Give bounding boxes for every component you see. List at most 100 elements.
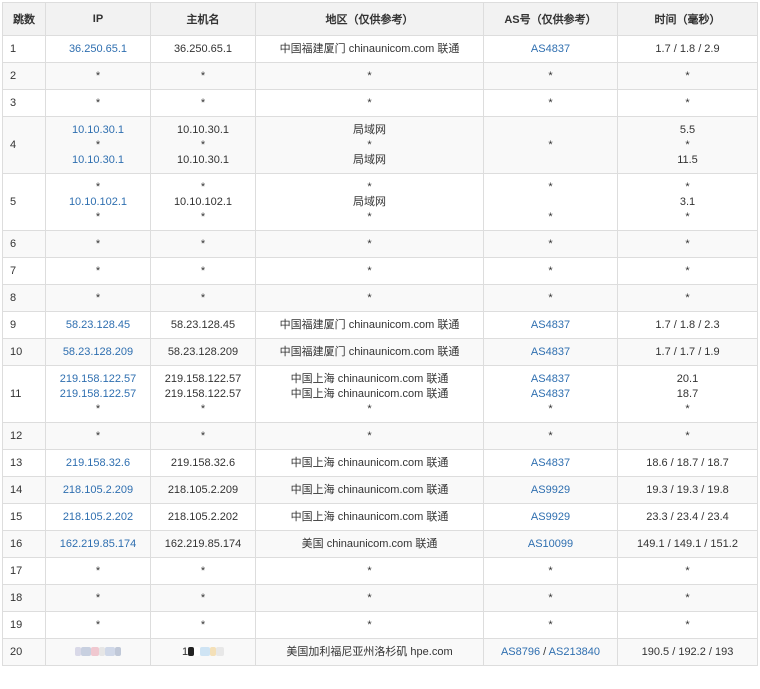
hostname-cell: * [150, 611, 256, 639]
region-value: 中国上海 chinaunicom.com 联通 [290, 510, 449, 523]
hop-cell: 18 [2, 584, 46, 612]
ip-cell: 36.250.65.1 [45, 35, 151, 63]
time-value: * [685, 402, 690, 415]
table-row: 16 162.219.85.174 162.219.85.174 美国 chinaun… [2, 530, 758, 558]
region-value: * [367, 180, 372, 193]
ip-link[interactable]: 219.158.122.57 [48, 387, 148, 402]
ip-cell [45, 638, 151, 666]
ip-link[interactable]: 36.250.65.1 [48, 42, 148, 57]
hostname-cell: 162.219.85.174 [150, 530, 256, 558]
time-value: * [685, 291, 690, 304]
as-link[interactable]: AS4837 [486, 456, 615, 471]
as-link[interactable]: AS10099 [486, 537, 615, 552]
ip-link[interactable]: 10.10.30.1 [48, 123, 148, 138]
ip-link[interactable]: 219.158.122.57 [48, 372, 148, 387]
hostname-value: 10.10.102.1 [173, 195, 233, 208]
time-cell: * [617, 230, 758, 258]
hop-cell: 6 [2, 230, 46, 258]
ip-value: * [95, 138, 101, 151]
hostname-cell: 218.105.2.202 [150, 503, 256, 531]
as-cell: * [483, 422, 618, 450]
ip-link[interactable]: 58.23.128.209 [48, 345, 148, 360]
time-cell: * [617, 257, 758, 285]
as-link[interactable]: AS4837 [486, 345, 615, 360]
table-row: 8 * * * * * [2, 284, 758, 312]
ip-value: * [95, 564, 101, 577]
ip-cell: * [45, 584, 151, 612]
as-cell: * [483, 611, 618, 639]
ip-link[interactable]: 219.158.32.6 [48, 456, 148, 471]
region-value: 中国福建厦门 chinaunicom.com 联通 [279, 318, 460, 331]
hop-cell: 11 [2, 365, 46, 423]
ip-link[interactable]: 58.23.128.45 [48, 318, 148, 333]
time-value: * [685, 237, 690, 250]
ip-link[interactable]: 10.10.30.1 [48, 153, 148, 168]
ip-link[interactable]: 162.219.85.174 [48, 537, 148, 552]
ip-cell: * 10.10.102.1 * [45, 173, 151, 231]
hop-cell: 7 [2, 257, 46, 285]
ip-value: * [95, 180, 101, 193]
time-cell: 23.3 / 23.4 / 23.4 [617, 503, 758, 531]
region-cell: 美国 chinaunicom.com 联通 [255, 530, 484, 558]
as-cell: AS10099 [483, 530, 618, 558]
region-value: * [367, 591, 372, 604]
region-cell: * [255, 257, 484, 285]
region-value: * [367, 96, 372, 109]
hostname-value: 219.158.32.6 [170, 456, 236, 469]
table-row: 11 219.158.122.57 219.158.122.57 * 219.158.1… [2, 365, 758, 423]
as-cell: * [483, 584, 618, 612]
hostname-cell: * [150, 62, 256, 90]
hop-cell: 19 [2, 611, 46, 639]
region-value: * [367, 429, 372, 442]
hop-cell: 5 [2, 173, 46, 231]
hostname-value: 218.105.2.202 [167, 510, 239, 523]
as-link[interactable]: AS8796 [501, 646, 540, 658]
as-link[interactable]: AS9929 [486, 510, 615, 525]
time-value: 11.5 [677, 153, 698, 166]
hostname-cell: 10.10.30.1 * 10.10.30.1 [150, 116, 256, 174]
hostname-cell: * 10.10.102.1 * [150, 173, 256, 231]
region-cell: 局域网 * 局域网 [255, 116, 484, 174]
region-value: 中国上海 chinaunicom.com 联通 [290, 387, 449, 400]
hop-cell: 1 [2, 35, 46, 63]
as-link[interactable]: AS4837 [486, 318, 615, 333]
as-value: * [548, 618, 553, 631]
region-value: * [367, 402, 372, 415]
ip-cell: 219.158.122.57 219.158.122.57 * [45, 365, 151, 423]
as-value: * [548, 138, 553, 151]
as-link[interactable]: AS4837 [486, 372, 615, 387]
time-value: * [685, 564, 690, 577]
ip-link[interactable]: 218.105.2.209 [48, 483, 148, 498]
table-row: 5 * 10.10.102.1 * * 10.10.102.1 * * 局域网 * * * * 3.1 * [2, 173, 758, 231]
ip-link[interactable]: 218.105.2.202 [48, 510, 148, 525]
as-link[interactable]: AS4837 [486, 387, 615, 402]
ip-cell: * [45, 611, 151, 639]
hostname-value: 162.219.85.174 [164, 537, 242, 550]
time-value: 5.5 [679, 123, 696, 136]
ip-link[interactable]: 10.10.102.1 [48, 195, 148, 210]
as-value: * [548, 564, 553, 577]
time-value: * [685, 138, 690, 151]
time-value: 3.1 [679, 195, 696, 208]
region-cell: * [255, 89, 484, 117]
region-cell: 美国加利福尼亚州洛杉矶 hpe.com [255, 638, 484, 666]
as-cell: AS4837 [483, 35, 618, 63]
region-cell: * [255, 230, 484, 258]
region-value: * [367, 138, 372, 151]
hostname-cell: * [150, 584, 256, 612]
as-cell: AS4837 [483, 311, 618, 339]
region-cell: * [255, 422, 484, 450]
as-value: * [548, 291, 553, 304]
as-cell: * * [483, 173, 618, 231]
ip-value: * [95, 264, 101, 277]
as-cell: AS4837 [483, 449, 618, 477]
hostname-value: * [200, 264, 206, 277]
as-link[interactable]: AS4837 [486, 42, 615, 57]
region-cell: * [255, 284, 484, 312]
time-cell: * 3.1 * [617, 173, 758, 231]
region-cell: 中国上海 chinaunicom.com 联通 [255, 449, 484, 477]
as-link[interactable]: AS9929 [486, 483, 615, 498]
ip-cell: 58.23.128.209 [45, 338, 151, 366]
time-cell: * [617, 557, 758, 585]
as-link[interactable]: AS213840 [549, 646, 600, 658]
